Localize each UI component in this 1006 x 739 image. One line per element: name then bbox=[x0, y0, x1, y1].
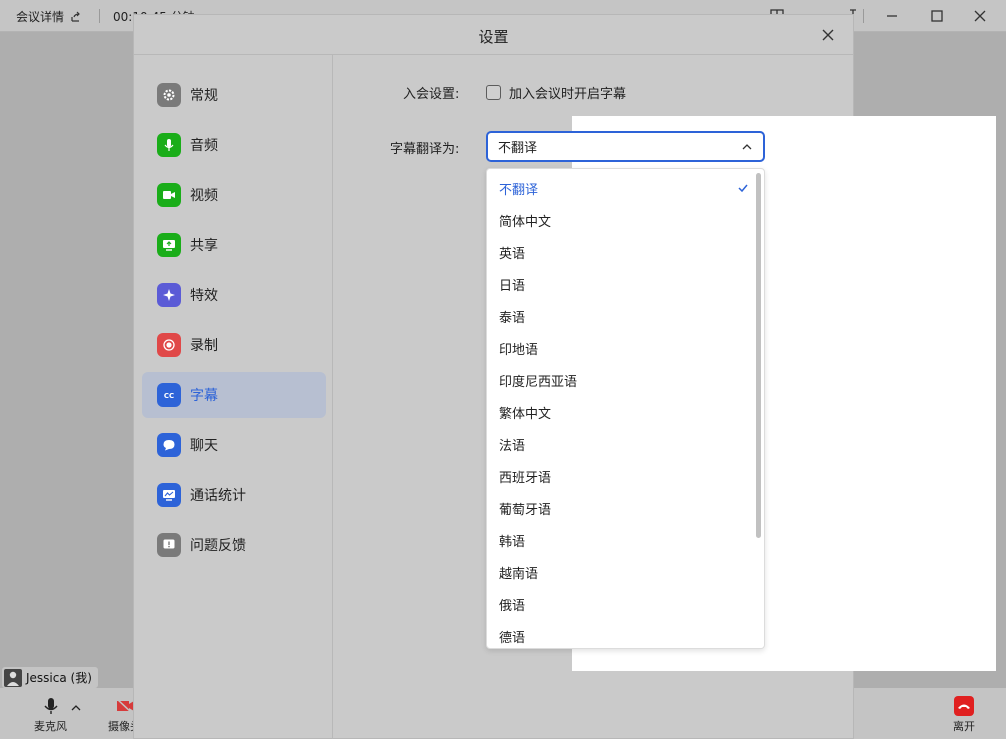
sidebar-item-feedback[interactable]: 问题反馈 bbox=[142, 522, 326, 568]
dialog-close-button[interactable] bbox=[819, 26, 837, 44]
option-label: 简体中文 bbox=[499, 214, 552, 230]
sidebar-item-share[interactable]: 共享 bbox=[142, 222, 326, 268]
join-captions-checkbox-row[interactable]: 加入会议时开启字幕 bbox=[486, 83, 626, 102]
camera-off-icon bbox=[115, 698, 134, 715]
dropdown-option[interactable]: 繁体中文 bbox=[499, 396, 749, 428]
feedback-icon bbox=[157, 533, 181, 557]
dialog-header: 设置 bbox=[134, 15, 853, 55]
participant-name-tag: Jessica (我) bbox=[2, 667, 98, 688]
maximize-button[interactable] bbox=[927, 6, 947, 26]
svg-text:CC: CC bbox=[164, 392, 174, 400]
join-captions-checkbox[interactable] bbox=[486, 85, 501, 100]
sparkle-effects-icon bbox=[157, 283, 181, 307]
checkmark-icon bbox=[738, 184, 748, 193]
dropdown-option[interactable]: 西班牙语 bbox=[499, 460, 749, 492]
option-label: 日语 bbox=[499, 278, 526, 294]
hang-up-icon bbox=[954, 696, 974, 716]
option-label: 印度尼西亚语 bbox=[499, 374, 578, 390]
option-label: 韩语 bbox=[499, 534, 526, 550]
person-icon bbox=[7, 671, 19, 686]
option-label: 泰语 bbox=[499, 310, 526, 326]
sidebar-item-label: 视频 bbox=[190, 188, 218, 204]
dropdown-option[interactable]: 葡萄牙语 bbox=[499, 492, 749, 524]
chevron-up-icon bbox=[742, 144, 752, 150]
close-icon bbox=[822, 29, 834, 41]
video-camera-icon bbox=[157, 183, 181, 207]
option-label: 印地语 bbox=[499, 342, 539, 358]
mic-button[interactable]: 麦克风 bbox=[34, 696, 67, 734]
dropdown-option[interactable]: 法语 bbox=[499, 428, 749, 460]
stats-monitor-icon bbox=[157, 483, 181, 507]
sidebar-item-recording[interactable]: 录制 bbox=[142, 322, 326, 368]
sidebar-item-label: 通话统计 bbox=[190, 488, 246, 504]
microphone-icon bbox=[43, 698, 58, 714]
sidebar-item-call-stats[interactable]: 通话统计 bbox=[142, 472, 326, 518]
dropdown-scrollbar[interactable] bbox=[756, 173, 761, 538]
join-captions-checkbox-label: 加入会议时开启字幕 bbox=[509, 87, 627, 102]
screen-share-icon bbox=[157, 233, 181, 257]
settings-dialog: 设置 常规 音频 视频 共享 特效 录制 CC 字幕 聊天 通话统计 问题反馈 … bbox=[133, 14, 996, 739]
dropdown-option[interactable]: 越南语 bbox=[499, 556, 749, 588]
share-out-icon bbox=[71, 11, 80, 22]
sidebar-item-general[interactable]: 常规 bbox=[142, 72, 326, 118]
sidebar-item-label: 音频 bbox=[190, 138, 218, 154]
option-label: 繁体中文 bbox=[499, 406, 552, 422]
mic-options-chevron[interactable] bbox=[66, 698, 86, 718]
divider bbox=[99, 9, 100, 23]
cc-caption-icon: CC bbox=[157, 383, 181, 407]
option-label: 德语 bbox=[499, 630, 526, 646]
option-label: 俄语 bbox=[499, 598, 526, 614]
dropdown-option[interactable]: 英语 bbox=[499, 236, 749, 268]
sidebar-item-label: 字幕 bbox=[190, 388, 218, 404]
dropdown-option[interactable]: 不翻译 bbox=[499, 172, 749, 204]
dropdown-option[interactable]: 简体中文 bbox=[499, 204, 749, 236]
dropdown-option[interactable]: 日语 bbox=[499, 268, 749, 300]
translate-language-select[interactable]: 不翻译 bbox=[486, 131, 765, 162]
dropdown-option[interactable]: 印地语 bbox=[499, 332, 749, 364]
sidebar-item-audio[interactable]: 音频 bbox=[142, 122, 326, 168]
sidebar-item-label: 特效 bbox=[190, 288, 218, 304]
leave-button[interactable]: 离开 bbox=[953, 696, 975, 734]
avatar bbox=[4, 668, 22, 687]
option-label: 葡萄牙语 bbox=[499, 502, 552, 518]
gear-icon bbox=[157, 83, 181, 107]
minimize-button[interactable] bbox=[882, 6, 902, 26]
option-label: 法语 bbox=[499, 438, 526, 454]
option-label: 不翻译 bbox=[499, 182, 539, 198]
leave-label: 离开 bbox=[953, 720, 975, 733]
dropdown-option[interactable]: 韩语 bbox=[499, 524, 749, 556]
dropdown-option[interactable]: 德语 bbox=[499, 620, 749, 648]
record-icon bbox=[157, 333, 181, 357]
dialog-title: 设置 bbox=[478, 28, 509, 46]
sidebar-item-label: 问题反馈 bbox=[190, 538, 246, 554]
sidebar-item-label: 共享 bbox=[190, 238, 218, 254]
sidebar-item-captions[interactable]: CC 字幕 bbox=[142, 372, 326, 418]
divider bbox=[863, 9, 864, 23]
join-settings-label: 入会设置: bbox=[403, 87, 460, 102]
option-label: 英语 bbox=[499, 246, 526, 262]
meeting-detail-button[interactable]: 会议详情 bbox=[16, 8, 82, 25]
dropdown-option[interactable]: 印度尼西亚语 bbox=[499, 364, 749, 396]
sidebar-item-label: 聊天 bbox=[190, 438, 218, 454]
settings-sidebar: 常规 音频 视频 共享 特效 录制 CC 字幕 聊天 通话统计 问题反馈 bbox=[134, 55, 333, 739]
sidebar-item-label: 录制 bbox=[190, 338, 218, 354]
sidebar-item-video[interactable]: 视频 bbox=[142, 172, 326, 218]
translate-to-label: 字幕翻译为: bbox=[390, 142, 460, 157]
microphone-icon bbox=[157, 133, 181, 157]
sidebar-item-chat[interactable]: 聊天 bbox=[142, 422, 326, 468]
window-close-button[interactable] bbox=[970, 6, 990, 26]
dropdown-option[interactable]: 泰语 bbox=[499, 300, 749, 332]
option-label: 越南语 bbox=[499, 566, 539, 582]
sidebar-item-label: 常规 bbox=[190, 88, 218, 104]
participant-name: Jessica (我) bbox=[26, 671, 92, 685]
translate-selected-value: 不翻译 bbox=[498, 141, 538, 156]
settings-content: 入会设置: 加入会议时开启字幕 字幕翻译为: 不翻译 不翻译 简体中文 英语 日… bbox=[334, 55, 996, 739]
translate-language-dropdown: 不翻译 简体中文 英语 日语 泰语 印地语 印度尼西亚语 繁体中文 法语 西班牙… bbox=[486, 168, 765, 649]
sidebar-item-effects[interactable]: 特效 bbox=[142, 272, 326, 318]
meeting-detail-label: 会议详情 bbox=[16, 10, 65, 24]
dropdown-option[interactable]: 俄语 bbox=[499, 588, 749, 620]
chat-bubble-icon bbox=[157, 433, 181, 457]
mic-label: 麦克风 bbox=[34, 720, 67, 733]
option-label: 西班牙语 bbox=[499, 470, 552, 486]
